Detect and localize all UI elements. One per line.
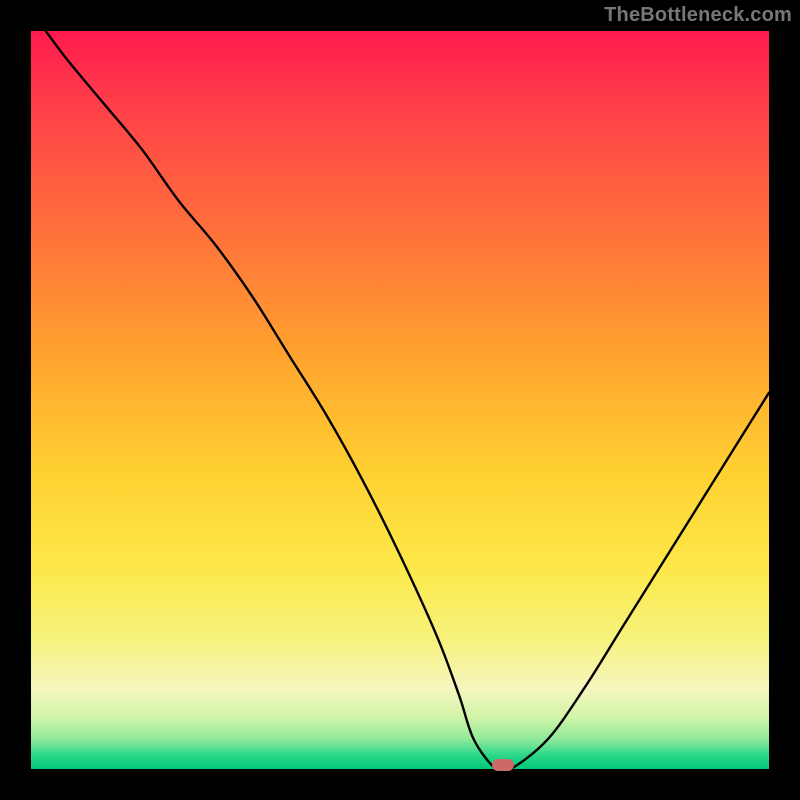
optimal-marker: [492, 759, 514, 771]
chart-container: TheBottleneck.com: [0, 0, 800, 800]
plot-area: [31, 31, 769, 769]
bottleneck-curve-path: [46, 31, 769, 769]
watermark-label: TheBottleneck.com: [604, 4, 792, 27]
bottleneck-curve: [31, 31, 769, 769]
